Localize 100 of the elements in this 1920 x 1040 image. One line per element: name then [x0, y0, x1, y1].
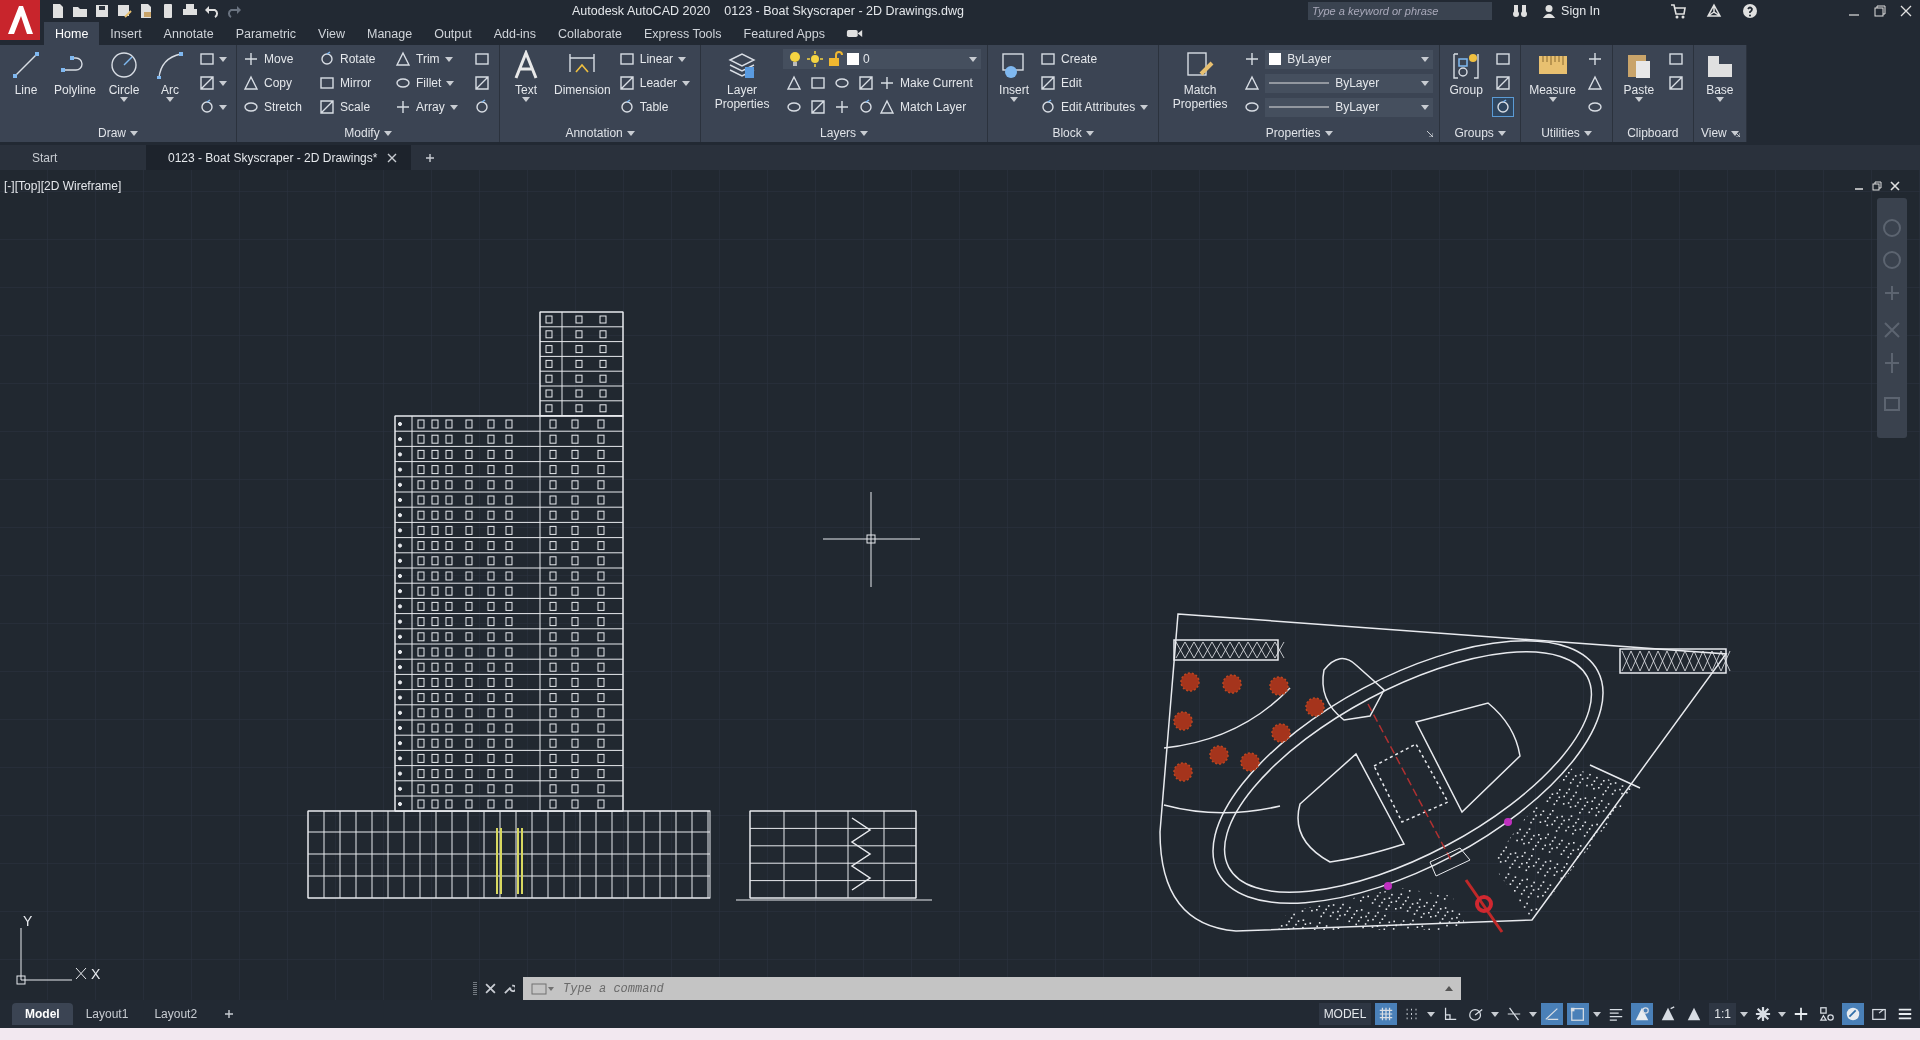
ribbon-button[interactable]: Match Properties [1165, 48, 1236, 124]
caret-icon[interactable] [1529, 1011, 1538, 1017]
ribbon-tool-button[interactable]: Mirror [319, 73, 394, 93]
ribbon-tab[interactable]: Manage [355, 22, 424, 45]
close-icon[interactable] [485, 983, 496, 994]
app-logo-icon[interactable] [0, 0, 40, 40]
ribbon-button[interactable]: Dimension [552, 48, 613, 124]
new-tab-icon[interactable] [425, 152, 436, 163]
panel-title[interactable]: View [1700, 126, 1727, 140]
caret-icon[interactable] [626, 130, 635, 136]
restore-icon[interactable] [1874, 5, 1886, 17]
ribbon-tab[interactable]: Annotate [152, 22, 225, 45]
caret-icon[interactable] [1427, 1011, 1436, 1017]
caret-icon[interactable] [1491, 1011, 1500, 1017]
ribbon-button[interactable]: Text [506, 48, 547, 124]
caret-icon[interactable] [130, 130, 138, 136]
ribbon-tab[interactable]: View [307, 22, 356, 45]
ribbon-tab[interactable]: Home [44, 22, 100, 45]
ribbon-tool-button[interactable]: Move [243, 49, 318, 69]
caret-up-icon[interactable] [1445, 986, 1453, 991]
angle-icon[interactable] [1541, 1003, 1564, 1025]
ribbon-tool-button[interactable]: Table [618, 97, 693, 117]
dialog-launcher-icon[interactable] [1427, 131, 1434, 137]
new-file-icon[interactable] [50, 3, 66, 19]
ribbon-tool-button[interactable]: Create [1040, 49, 1115, 69]
caret-icon[interactable] [1497, 130, 1506, 136]
caret-icon[interactable] [1740, 1011, 1748, 1017]
panel-title[interactable]: Annotation [565, 126, 623, 140]
ribbon-tool-button[interactable]: Leader [618, 73, 695, 93]
ribbon-tool-button[interactable]: Stretch [243, 97, 318, 117]
close-icon[interactable] [1890, 181, 1900, 191]
file-tab[interactable]: 0123 - Boat Skyscraper - 2D Drawings* [146, 145, 412, 170]
dialog-launcher-icon[interactable] [1733, 131, 1740, 137]
close-icon[interactable] [387, 152, 398, 163]
ribbon-tool-button[interactable]: Fillet [395, 73, 470, 93]
ribbon-button[interactable]: Paste [1618, 48, 1659, 124]
ribbon-button[interactable]: Group [1446, 48, 1487, 124]
camera-toggle-icon[interactable] [845, 28, 864, 39]
ribbon-tab[interactable]: Parametric [224, 22, 308, 45]
caret-icon[interactable] [383, 130, 392, 136]
layout-tab[interactable]: Layout1 [72, 1003, 142, 1025]
caret-icon[interactable] [860, 130, 869, 136]
panel-title[interactable]: Groups [1454, 126, 1494, 140]
grip-icon[interactable] [473, 980, 477, 997]
redo-icon[interactable] [226, 3, 242, 19]
ribbon-tool-button[interactable]: Copy [243, 73, 318, 93]
ribbon-button[interactable]: Layer Properties [707, 48, 778, 124]
panel-title[interactable]: Block [1052, 126, 1082, 140]
panel-title[interactable]: Draw [98, 126, 126, 140]
ribbon-button[interactable]: Circle [104, 48, 145, 124]
ribbon-tab[interactable]: Collaborate [547, 22, 633, 45]
caret-icon[interactable] [1085, 130, 1094, 136]
command-line-field[interactable]: Type a command [523, 977, 1461, 1000]
layer-dropdown[interactable]: 0 [783, 49, 982, 69]
ribbon-tool-button[interactable]: Rotate [319, 49, 394, 69]
triangle-network-icon[interactable] [1706, 3, 1722, 19]
icon-button[interactable] [1492, 97, 1515, 117]
save-icon[interactable] [94, 3, 110, 19]
cart-icon[interactable] [1670, 3, 1686, 19]
ribbon-button[interactable]: Polyline [52, 48, 99, 124]
panel-title[interactable]: Layers [820, 126, 857, 140]
restore-icon[interactable] [1872, 181, 1882, 191]
dynamic-input-icon[interactable] [1567, 1003, 1590, 1025]
ribbon-tool-button[interactable]: Array [395, 97, 470, 117]
ribbon-tool-button[interactable]: Linear [618, 49, 693, 69]
property-dropdown[interactable]: ByLayer [1265, 73, 1434, 93]
ribbon-tool-button[interactable]: Scale [319, 97, 394, 117]
panel-title[interactable]: Properties [1265, 126, 1321, 140]
save-as-icon[interactable] [116, 3, 132, 19]
caret-icon[interactable] [1324, 130, 1333, 136]
ribbon-tab[interactable]: Featured Apps [732, 22, 836, 45]
layout-tab[interactable]: Model [12, 1003, 73, 1025]
ribbon-tab[interactable]: Add-ins [482, 22, 548, 45]
caret-icon[interactable] [1730, 130, 1739, 136]
ribbon-tab[interactable]: Insert [99, 22, 153, 45]
viewport-controls-label[interactable]: [-][Top][2D Wireframe] [4, 179, 122, 193]
ribbon-tool-button[interactable]: Edit [1040, 73, 1115, 93]
ribbon-button[interactable]: Insert [994, 48, 1035, 124]
property-dropdown[interactable]: ByLayer [1265, 49, 1434, 69]
ribbon-tool-button[interactable]: Trim [395, 49, 470, 69]
binoculars-icon[interactable] [1512, 3, 1529, 19]
new-layout-icon[interactable] [224, 1009, 235, 1019]
command-prompt-icon[interactable] [531, 982, 555, 995]
caret-icon[interactable] [1778, 1011, 1786, 1017]
ribbon-button[interactable]: Arc [150, 48, 191, 124]
ribbon-tab[interactable]: Output [423, 22, 483, 45]
status-button[interactable]: MODEL [1318, 1003, 1372, 1025]
status-button[interactable]: 1:1 [1709, 1003, 1736, 1025]
panel-title[interactable]: Clipboard [1627, 126, 1679, 140]
layout-tab[interactable]: Layout2 [141, 1003, 211, 1025]
ribbon-tool-button[interactable]: Edit Attributes [1040, 97, 1153, 117]
file-tab[interactable]: Start [10, 145, 146, 170]
help-icon[interactable] [1742, 3, 1758, 19]
sign-in-button[interactable]: Sign In [1542, 4, 1600, 18]
ribbon-tool-button[interactable]: Match Layer [879, 97, 971, 117]
annotation-icon[interactable] [1631, 1003, 1654, 1025]
ribbon-tool-button[interactable]: Make Current [879, 73, 977, 93]
caret-icon[interactable] [1583, 130, 1592, 136]
ribbon-tab[interactable]: Express Tools [633, 22, 733, 45]
caret-icon[interactable] [1593, 1011, 1602, 1017]
